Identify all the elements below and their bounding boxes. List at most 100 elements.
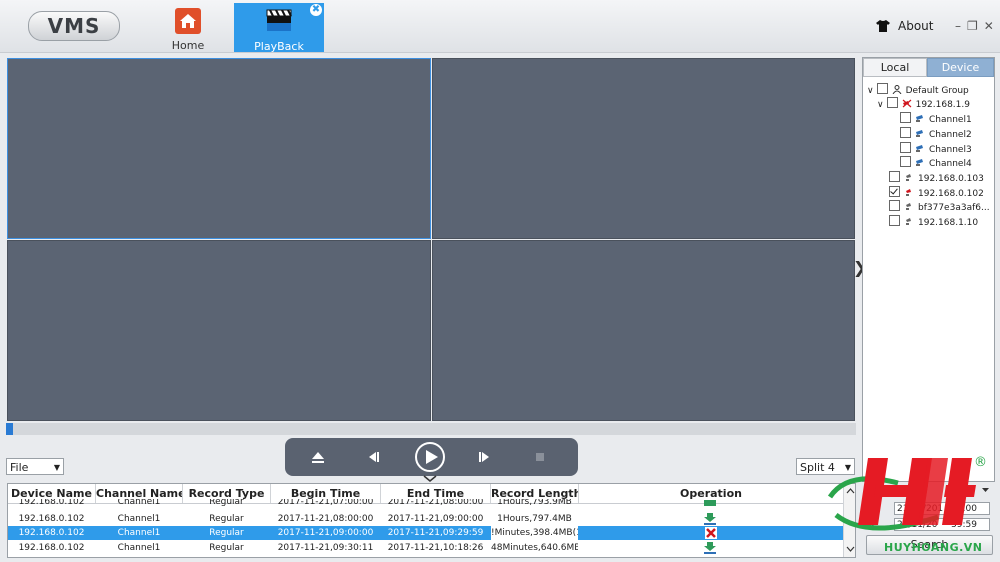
expand-icon[interactable]: ∨	[867, 86, 874, 96]
window-controls: – ❐ ✕	[955, 19, 1000, 33]
tree-node-device[interactable]: ∨ 192.168.1.9	[877, 97, 970, 111]
tree-label: Channel3	[929, 145, 972, 155]
close-tab-icon[interactable]: ✖	[310, 4, 322, 16]
table-row-selected[interactable]: 192.168.0.102 Channel1 Regular 2017-11-2…	[8, 526, 844, 540]
checkbox[interactable]	[889, 215, 900, 226]
cell-channel: Channel1	[117, 499, 161, 507]
cell-end: 2017-11-21,09:29:59	[387, 528, 484, 538]
expand-icon[interactable]: ∨	[877, 100, 884, 110]
cell-device: 192.168.0.102	[18, 543, 85, 553]
cell-type: Regular	[209, 499, 244, 507]
tab-device[interactable]: Device	[927, 58, 994, 77]
table-row[interactable]: 192.168.0.102 Channel1 Regular 2017-11-2…	[8, 499, 844, 509]
tree-node-device[interactable]: bf377e3a3af6...	[889, 200, 990, 214]
cell-device: 192.168.0.102	[18, 499, 85, 507]
tree-node-channel[interactable]: Channel4	[900, 156, 972, 170]
camera-icon	[916, 159, 923, 166]
checkbox[interactable]	[889, 171, 900, 182]
cell-channel: Channel1	[117, 543, 161, 553]
checkbox[interactable]	[900, 112, 911, 123]
playback-controls	[285, 438, 578, 476]
nav-playback-tab[interactable]: PlayBack ✖	[234, 3, 324, 53]
checkbox-checked[interactable]	[889, 186, 900, 197]
file-select-value: File	[10, 461, 29, 474]
tab-local[interactable]: Local	[863, 58, 927, 77]
user-group-icon	[892, 85, 902, 94]
step-back-icon[interactable]	[365, 448, 383, 466]
eject-icon[interactable]	[309, 448, 327, 466]
restore-icon[interactable]: ❐	[967, 19, 978, 33]
cell-begin: 2017-11-21,09:30:11	[277, 543, 374, 553]
tree-label: Channel4	[929, 159, 972, 169]
camera-icon	[916, 145, 923, 152]
minimize-icon[interactable]: –	[955, 19, 961, 33]
cell-type: Regular	[209, 514, 244, 524]
close-window-icon[interactable]: ✕	[984, 19, 994, 33]
tree-label: 192.168.1.9	[915, 100, 970, 110]
record-table: Device Name Channel Name Record Type Beg…	[7, 483, 856, 558]
file-select[interactable]: File ▼	[6, 458, 64, 475]
tree-node-device-checked[interactable]: 192.168.0.102	[889, 186, 984, 200]
tree-label: bf377e3a3af6...	[918, 203, 990, 213]
video-pane-1[interactable]	[7, 58, 431, 239]
play-icon[interactable]	[414, 441, 446, 473]
tree-label: 192.168.0.102	[918, 189, 984, 199]
cell-end: 2017-11-21,09:00:00	[387, 514, 484, 524]
watermark-text: HUYHOANG.VN	[884, 541, 983, 554]
stop-icon[interactable]	[531, 448, 549, 466]
video-pane-4[interactable]	[432, 240, 855, 421]
cell-device: 192.168.0.102	[18, 528, 85, 538]
device-icon	[906, 174, 911, 181]
tree-label: Default Group	[905, 86, 969, 96]
checkbox[interactable]	[889, 200, 900, 211]
tree-node-channel[interactable]: Channel2	[900, 127, 972, 141]
cell-device: 192.168.0.102	[18, 514, 85, 524]
cell-length: 48Minutes,640.6MB	[491, 543, 578, 553]
cell-end: 2017-11-21,10:18:26	[387, 543, 484, 553]
checkbox[interactable]	[900, 127, 911, 138]
tree-label: Channel1	[929, 115, 972, 125]
tree-node-device[interactable]: 192.168.1.10	[889, 215, 978, 229]
tree-label: 192.168.1.10	[918, 218, 979, 228]
cell-length: !Minutes,398.4MB(1!	[491, 526, 578, 540]
cell-begin: 2017-11-21,09:00:00	[277, 528, 374, 538]
cell-length: 1Hours,793.9MB	[497, 499, 572, 507]
download-icon[interactable]	[704, 513, 716, 525]
step-forward-icon[interactable]	[475, 448, 493, 466]
checkbox[interactable]	[900, 142, 911, 153]
tree-node-channel[interactable]: Channel3	[900, 142, 972, 156]
device-icon	[906, 218, 911, 225]
video-pane-3[interactable]	[7, 240, 431, 421]
download-icon[interactable]	[704, 499, 716, 506]
camera-icon	[916, 130, 923, 137]
registered-mark: ®	[974, 455, 987, 470]
tree-label: 192.168.0.103	[918, 174, 984, 184]
about-button[interactable]: About	[876, 19, 933, 35]
nav-home-label: Home	[171, 39, 205, 52]
cell-type: Regular	[209, 528, 244, 538]
cancel-download-icon[interactable]	[705, 527, 717, 539]
table-row[interactable]: 192.168.0.102 Channel1 Regular 2017-11-2…	[8, 512, 844, 526]
video-pane-2[interactable]	[432, 58, 855, 239]
app-logo: VMS	[28, 11, 120, 41]
tree-node-default-group[interactable]: ∨ Default Group	[867, 83, 969, 97]
cell-type: Regular	[209, 543, 244, 553]
table-row[interactable]: 192.168.0.102 Channel1 Regular 2017-11-2…	[8, 541, 844, 555]
checkbox[interactable]	[876, 83, 888, 94]
clapperboard-icon	[266, 9, 292, 31]
nav-playback-label: PlayBack	[254, 40, 304, 53]
timeline-bar[interactable]	[6, 423, 856, 435]
chevron-down-icon: ▼	[53, 463, 60, 472]
video-grid	[6, 57, 856, 422]
nav-home[interactable]: Home	[160, 4, 216, 52]
download-icon[interactable]	[704, 542, 716, 554]
tree-node-channel[interactable]: Channel1	[900, 112, 972, 126]
tree-node-device[interactable]: 192.168.0.103	[889, 171, 984, 185]
cell-channel: Channel1	[117, 528, 161, 538]
expand-down-icon[interactable]	[423, 475, 437, 483]
home-icon	[175, 8, 201, 34]
checkbox[interactable]	[886, 97, 898, 108]
checkbox[interactable]	[900, 156, 911, 167]
camera-icon	[916, 115, 923, 122]
timeline-cursor[interactable]	[6, 423, 13, 435]
